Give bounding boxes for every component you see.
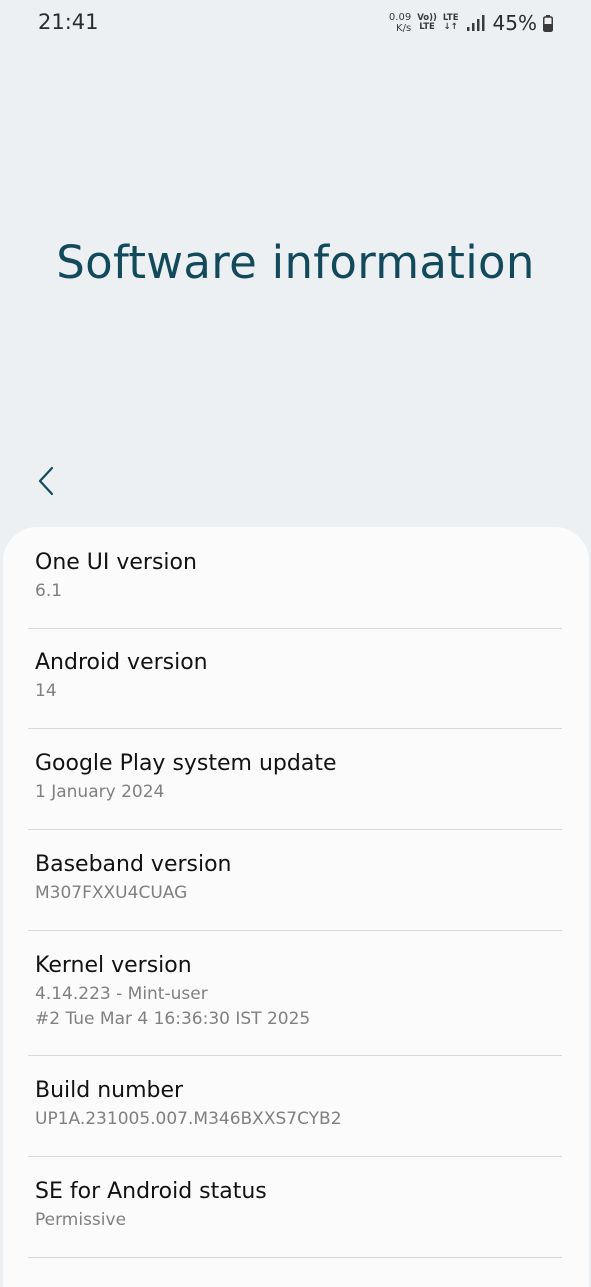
lte-data-icon: LTE ↓↑: [443, 13, 459, 33]
chevron-left-icon: [38, 466, 54, 496]
list-item-value: M307FXXU4CUAG: [35, 883, 188, 903]
list-item-value: Permissive: [35, 1210, 127, 1230]
page-title: Software information: [56, 236, 535, 289]
list-item-value: UP1A.231005.007.M346BXXS7CYB2: [35, 1109, 342, 1129]
list-item-android-version[interactable]: Android version 14: [28, 649, 562, 729]
list-item-value: 6.1: [35, 581, 63, 601]
list-item-value-secondary: #2 Tue Mar 4 16:36:30 IST 2025: [35, 1009, 311, 1029]
list-item-google-play-system-update[interactable]: Google Play system update 1 January 2024: [28, 750, 562, 830]
list-item-value: 14: [35, 681, 57, 701]
info-list: One UI version 6.1 Android version 14 Go…: [3, 527, 589, 1287]
list-item-value: 4.14.223 - Mint-user: [35, 984, 208, 1004]
list-item-kernel-version[interactable]: Kernel version 4.14.223 - Mint-user #2 T…: [28, 952, 562, 1056]
status-time: 21:41: [38, 10, 99, 34]
back-button[interactable]: [28, 460, 64, 502]
network-speed-value: 0.09: [388, 12, 412, 23]
list-item-baseband-version[interactable]: Baseband version M307FXXU4CUAG: [28, 851, 562, 931]
list-item-title: Kernel version: [35, 953, 192, 978]
list-item-title: Baseband version: [35, 852, 232, 877]
battery-percent: 45%: [492, 11, 537, 35]
status-bar: 21:41 0.09 K/s Vo)) LTE LTE ↓↑ 45%: [0, 0, 591, 46]
volte-bottom-label: LTE: [419, 22, 435, 32]
list-item-title: Google Play system update: [35, 751, 337, 776]
network-speed-unit: K/s: [396, 23, 412, 34]
list-item-title: Build number: [35, 1078, 184, 1103]
list-item-title: SE for Android status: [35, 1179, 267, 1204]
list-item-build-number[interactable]: Build number UP1A.231005.007.M346BXXS7CY…: [28, 1077, 562, 1157]
battery-icon: [543, 14, 553, 32]
list-item-se-for-android-status[interactable]: SE for Android status Permissive: [28, 1178, 562, 1258]
signal-strength-icon: [466, 15, 485, 31]
volte-icon: Vo)) LTE: [417, 13, 437, 33]
network-speed: 0.09 K/s: [389, 12, 411, 34]
list-item-value: 1 January 2024: [35, 782, 165, 802]
list-item-one-ui-version[interactable]: One UI version 6.1: [28, 549, 562, 629]
list-item-title: Android version: [35, 650, 208, 675]
list-item-title: One UI version: [35, 550, 197, 575]
lte-arrows: ↓↑: [443, 22, 458, 32]
status-icons: 0.09 K/s Vo)) LTE LTE ↓↑ 45%: [389, 9, 553, 37]
